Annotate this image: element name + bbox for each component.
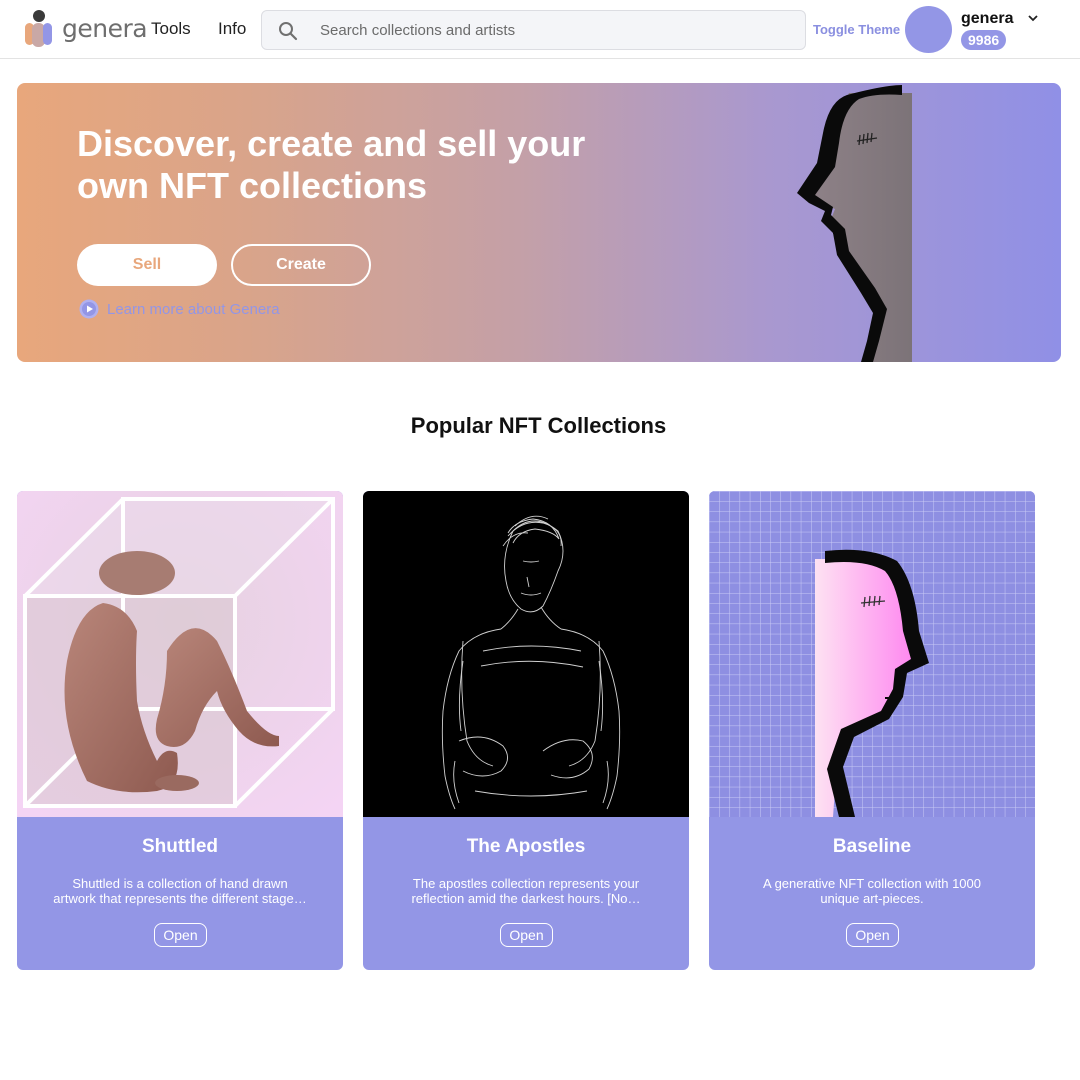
create-button[interactable]: Create <box>231 244 371 286</box>
collection-description: The apostles collection represents your … <box>411 876 641 906</box>
genera-logo-icon <box>25 10 52 47</box>
collection-card[interactable]: Shuttled Shuttled is a collection of han… <box>17 491 343 970</box>
collection-card[interactable]: Baseline A generative NFT collection wit… <box>709 491 1035 970</box>
nav-info[interactable]: Info <box>218 19 246 39</box>
page-scrollbar[interactable] <box>1068 60 1080 1080</box>
top-navbar: genera Tools Info Toggle Theme genera 99… <box>0 0 1080 59</box>
avatar[interactable] <box>905 6 952 53</box>
chevron-down-icon[interactable] <box>1026 13 1040 23</box>
logo-wordmark: genera <box>62 14 148 43</box>
collection-title: Baseline <box>832 836 912 857</box>
collection-image-the-apostles <box>363 491 689 817</box>
search-icon <box>279 22 298 41</box>
genera-logo[interactable]: genera <box>22 8 148 50</box>
collection-description: A generative NFT collection with 1000 un… <box>763 876 981 906</box>
collection-title: The Apostles <box>466 836 586 857</box>
hero-title: Discover, create and sell your own NFT c… <box>77 123 586 206</box>
learn-more-text: Learn more about Genera <box>107 301 280 318</box>
collection-description: Shuttled is a collection of hand drawn a… <box>53 876 307 906</box>
username[interactable]: genera <box>961 10 1013 28</box>
collection-title: Shuttled <box>142 836 218 857</box>
balance-badge: 9986 <box>961 30 1007 50</box>
open-collection-button[interactable]: Open <box>154 923 207 947</box>
nav-tools[interactable]: Tools <box>151 19 191 39</box>
collection-card[interactable]: The Apostles The apostles collection rep… <box>363 491 689 970</box>
sell-button[interactable]: Sell <box>77 244 217 286</box>
hero-banner: Discover, create and sell your own NFT c… <box>17 83 1061 362</box>
collection-image-baseline <box>709 491 1035 817</box>
toggle-theme-button[interactable]: Toggle Theme <box>813 22 900 37</box>
play-circle-icon <box>79 299 99 319</box>
open-collection-button[interactable]: Open <box>846 923 899 947</box>
hero-face-illustration <box>797 85 912 362</box>
open-collection-button[interactable]: Open <box>500 923 553 947</box>
collection-image-shuttled <box>17 491 343 817</box>
search-input[interactable] <box>320 11 790 49</box>
section-title: Popular NFT Collections <box>410 413 667 438</box>
search-bar[interactable] <box>261 10 806 50</box>
